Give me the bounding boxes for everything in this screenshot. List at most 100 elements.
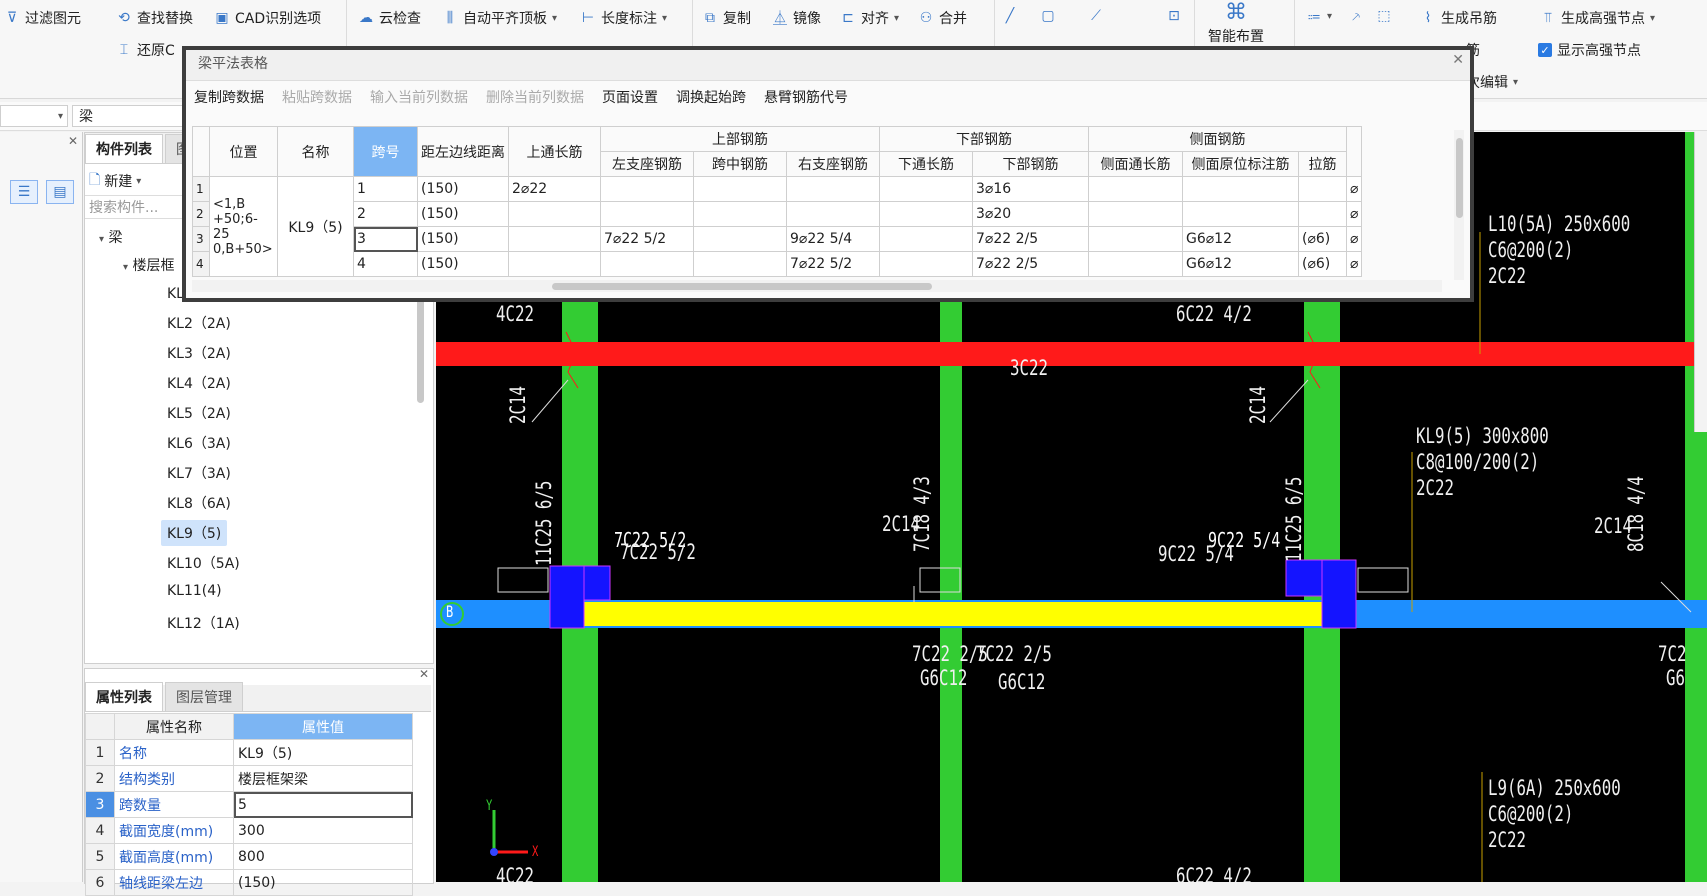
cell-tie[interactable] — [1298, 176, 1347, 202]
cell-side-in[interactable]: G6⌀12 — [1182, 226, 1299, 252]
table-row[interactable]: 2 结构类别 楼层框架梁 — [85, 765, 413, 792]
cell-side-in[interactable] — [1182, 176, 1299, 202]
cell-dist[interactable]: (150) — [417, 251, 509, 277]
show-high-node-checkbox[interactable]: ✓ 显示高强节点 — [1538, 40, 1641, 60]
floor-select[interactable]: ▾ — [0, 105, 68, 127]
cell-mid[interactable] — [693, 251, 787, 277]
property-value[interactable]: 800 — [233, 843, 413, 870]
cell-top-through[interactable] — [508, 251, 601, 277]
cell-span[interactable]: 4 — [353, 251, 418, 277]
cell-bot-through[interactable] — [879, 201, 973, 227]
cell-side-through[interactable] — [1088, 226, 1183, 252]
cloud-check-button[interactable]: ☁ 云检查 — [358, 8, 421, 28]
align-button[interactable]: ⊏ 对齐 ▾ — [840, 8, 899, 28]
property-value[interactable]: 5 — [233, 791, 413, 818]
cell-bot-through[interactable] — [879, 251, 973, 277]
cell-name[interactable]: KL9（5) — [277, 176, 354, 277]
list-item[interactable]: KL4（2A) — [167, 373, 231, 393]
right-toolbar[interactable] — [1694, 132, 1707, 432]
filter-button[interactable]: ⊽ 过滤图元 — [4, 8, 81, 28]
property-value[interactable]: KL9（5) — [233, 739, 413, 766]
cell-span[interactable]: 3 — [353, 226, 418, 252]
close-icon[interactable]: ✕ — [419, 667, 429, 681]
smart-layout-button[interactable]: ⌘ 智能布置 — [1208, 0, 1264, 46]
table-row[interactable]: 1 名称 KL9（5) — [85, 739, 413, 766]
table-row[interactable]: 6 轴线距梁左边 (150) — [85, 869, 413, 896]
cantilever-code-button[interactable]: 悬臂钢筋代号 — [764, 87, 848, 107]
cell-right[interactable] — [786, 176, 880, 202]
mirror-button[interactable]: ⏅ 镜像 — [772, 8, 821, 28]
cell-extra[interactable]: ⌀ — [1345, 251, 1363, 277]
cell-dist[interactable]: (150) — [417, 201, 509, 227]
cell-right[interactable]: 7⌀22 5/2 — [786, 251, 880, 277]
table-row[interactable]: 1 <1,B +50;6-25 0,B+50> KL9（5) 1 (150) 2⌀22 3⌀… — [192, 176, 1363, 277]
gen-high-node-button[interactable]: ⫪ 生成高强节点 ▾ — [1540, 8, 1655, 28]
cell-bot-through[interactable] — [879, 176, 973, 202]
cell-left[interactable] — [600, 201, 694, 227]
list-item[interactable]: KL6（3A) — [167, 433, 231, 453]
gen-hanger-button[interactable]: ⌇ 生成吊筋 — [1420, 8, 1497, 28]
list-view-icon[interactable]: ☰ — [10, 180, 38, 204]
cell-side-through[interactable] — [1088, 201, 1183, 227]
cell-mid[interactable] — [693, 176, 787, 202]
cell-bot-through[interactable] — [879, 226, 973, 252]
cell-left[interactable] — [600, 251, 694, 277]
delete-column-button[interactable]: 删除当前列数据 — [486, 87, 584, 107]
rect-tool-button[interactable]: ▢ — [1040, 8, 1056, 24]
cell-left[interactable] — [600, 176, 694, 202]
detail-view-icon[interactable]: ▤ — [46, 180, 74, 204]
component-type-select[interactable]: 梁 — [72, 105, 192, 127]
cell-tie[interactable]: (⌀6) — [1298, 226, 1347, 252]
close-icon[interactable]: ✕ — [68, 134, 78, 148]
restore-button[interactable]: ⌶ 还原C — [116, 40, 175, 60]
tab-component-list[interactable]: 构件列表 — [85, 134, 163, 163]
cell-dist[interactable]: (150) — [417, 226, 509, 252]
tree-subgroup[interactable]: ▾ 楼层框 — [123, 255, 174, 275]
tab-properties[interactable]: 属性列表 — [85, 682, 163, 711]
line-tool-button[interactable]: ╱ — [1002, 8, 1018, 24]
table-row[interactable]: 2 2 (150) 3⌀20 ⌀ — [192, 201, 1363, 227]
new-button[interactable]: 🗋 新建 ▾ — [89, 169, 141, 193]
list-item[interactable]: KL2（2A) — [167, 313, 231, 333]
cell-bottom[interactable]: 3⌀16 — [972, 176, 1089, 202]
length-dim-button[interactable]: ⊢ 长度标注 ▾ — [580, 8, 667, 28]
tree-group-beam[interactable]: ▾ 梁 — [99, 227, 122, 247]
list-item[interactable]: KL8（6A) — [167, 493, 231, 513]
cell-left[interactable]: 7⌀22 5/2 — [600, 226, 694, 252]
cell-bottom[interactable]: 3⌀20 — [972, 201, 1089, 227]
copy-button[interactable]: ⧉ 复制 — [702, 8, 751, 28]
find-replace-button[interactable]: ⟲ 查找替换 — [116, 8, 193, 28]
header-span-no[interactable]: 跨号 — [353, 126, 418, 177]
page-setup-button[interactable]: 页面设置 — [602, 87, 658, 107]
scroll-thumb[interactable] — [1456, 138, 1463, 218]
cell-side-through[interactable] — [1088, 176, 1183, 202]
paste-span-button[interactable]: 粘贴跨数据 — [282, 87, 352, 107]
tab-layer-manager[interactable]: 图层管理 — [165, 682, 243, 711]
swap-start-span-button[interactable]: 调换起始跨 — [676, 87, 746, 107]
cell-bottom[interactable]: 7⌀22 2/5 — [972, 226, 1089, 252]
input-column-button[interactable]: 输入当前列数据 — [370, 87, 468, 107]
tool-button[interactable]: ⸕ — [1348, 8, 1364, 25]
list-item[interactable]: KL7（3A) — [167, 463, 231, 483]
view-button[interactable]: ⊡ — [1166, 8, 1182, 24]
cell-top-through[interactable] — [508, 226, 601, 252]
list-item[interactable]: KL3（2A) — [167, 343, 231, 363]
smart-select-button[interactable]: ⟋ — [1088, 8, 1104, 24]
list-item[interactable]: KL5（2A) — [167, 403, 231, 423]
table-row[interactable]: 4 截面宽度(mm) 300 — [85, 817, 413, 844]
delete-rebar-button[interactable]: ⩴ ▾ — [1306, 8, 1332, 24]
property-value[interactable]: 300 — [233, 817, 413, 844]
cell-bottom[interactable]: 7⌀22 2/5 — [972, 251, 1089, 277]
cell-tie[interactable] — [1298, 201, 1347, 227]
cell-side-in[interactable] — [1182, 201, 1299, 227]
close-icon[interactable]: ✕ — [1452, 52, 1464, 68]
table-row[interactable]: 5 截面高度(mm) 800 — [85, 843, 413, 870]
cell-side-in[interactable]: G6⌀12 — [1182, 251, 1299, 277]
table-row[interactable]: 3 3 (150) 7⌀22 5/2 9⌀22 5/4 7⌀22 2/5 G6⌀12 (⌀6)… — [192, 226, 1363, 252]
cell-position[interactable]: <1,B +50;6-25 0,B+50> — [209, 176, 278, 277]
cell-side-through[interactable] — [1088, 251, 1183, 277]
list-item[interactable]: KL9（5) — [161, 520, 228, 546]
scroll-thumb[interactable] — [552, 283, 932, 290]
cell-mid[interactable] — [693, 226, 787, 252]
list-item[interactable]: KL12（1A) — [167, 613, 240, 633]
